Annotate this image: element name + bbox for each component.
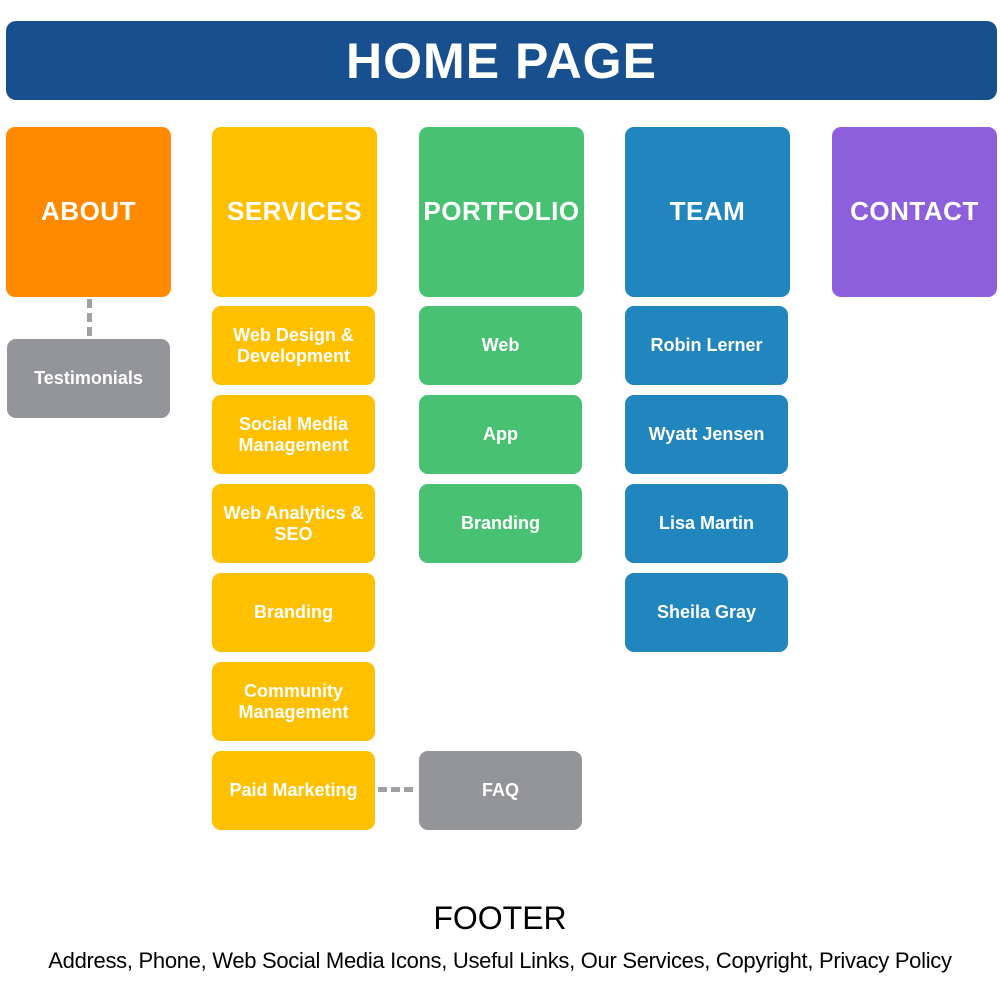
team-member[interactable]: Lisa Martin xyxy=(625,484,788,563)
testimonials-node[interactable]: Testimonials xyxy=(7,339,170,418)
services-item-label: Web Analytics & SEO xyxy=(223,502,364,544)
services-item[interactable]: Branding xyxy=(212,573,375,652)
services-item[interactable]: Community Management xyxy=(212,662,375,741)
about-label: ABOUT xyxy=(41,196,136,227)
contact-label: CONTACT xyxy=(850,196,979,227)
team-member[interactable]: Wyatt Jensen xyxy=(625,395,788,474)
services-item-label: Community Management xyxy=(238,680,349,722)
portfolio-item-label: App xyxy=(483,424,518,445)
services-label: SERVICES xyxy=(226,196,362,227)
portfolio-item[interactable]: App xyxy=(419,395,582,474)
team-member[interactable]: Sheila Gray xyxy=(625,573,788,652)
team-label: TEAM xyxy=(669,196,746,227)
about-node[interactable]: ABOUT xyxy=(6,127,171,297)
team-member[interactable]: Robin Lerner xyxy=(625,306,788,385)
contact-node[interactable]: CONTACT xyxy=(832,127,997,297)
home-page-header[interactable]: HOME PAGE xyxy=(6,21,997,100)
services-item[interactable]: Web Analytics & SEO xyxy=(212,484,375,563)
team-node[interactable]: TEAM xyxy=(625,127,790,297)
home-page-title: HOME PAGE xyxy=(346,32,657,89)
portfolio-item-label: Branding xyxy=(461,513,540,534)
services-item-label: Web Design & Development xyxy=(233,324,354,366)
portfolio-item[interactable]: Web xyxy=(419,306,582,385)
services-item-label: Paid Marketing xyxy=(229,780,358,801)
team-member-label: Lisa Martin xyxy=(658,513,755,534)
services-item-label: Social Media Management xyxy=(238,413,349,455)
dashed-connector-horizontal xyxy=(378,787,415,792)
services-item[interactable]: Social Media Management xyxy=(212,395,375,474)
services-node[interactable]: SERVICES xyxy=(212,127,377,297)
footer-items: Address, Phone, Web Social Media Icons, … xyxy=(48,948,952,973)
faq-node[interactable]: FAQ xyxy=(419,751,582,830)
services-item-label: Branding xyxy=(254,602,333,623)
dashed-connector-vertical xyxy=(87,299,92,337)
footer-title: FOOTER xyxy=(433,900,567,936)
portfolio-label: PORTFOLIO xyxy=(423,196,580,227)
team-member-label: Sheila Gray xyxy=(656,602,757,623)
portfolio-item-label: Web xyxy=(481,335,520,356)
team-member-label: Robin Lerner xyxy=(650,335,763,356)
team-member-label: Wyatt Jensen xyxy=(648,424,765,445)
testimonials-label: Testimonials xyxy=(34,368,143,389)
portfolio-item[interactable]: Branding xyxy=(419,484,582,563)
services-item[interactable]: Web Design & Development xyxy=(212,306,375,385)
portfolio-node[interactable]: PORTFOLIO xyxy=(419,127,584,297)
faq-label: FAQ xyxy=(481,780,519,801)
services-item-paid-marketing[interactable]: Paid Marketing xyxy=(212,751,375,830)
